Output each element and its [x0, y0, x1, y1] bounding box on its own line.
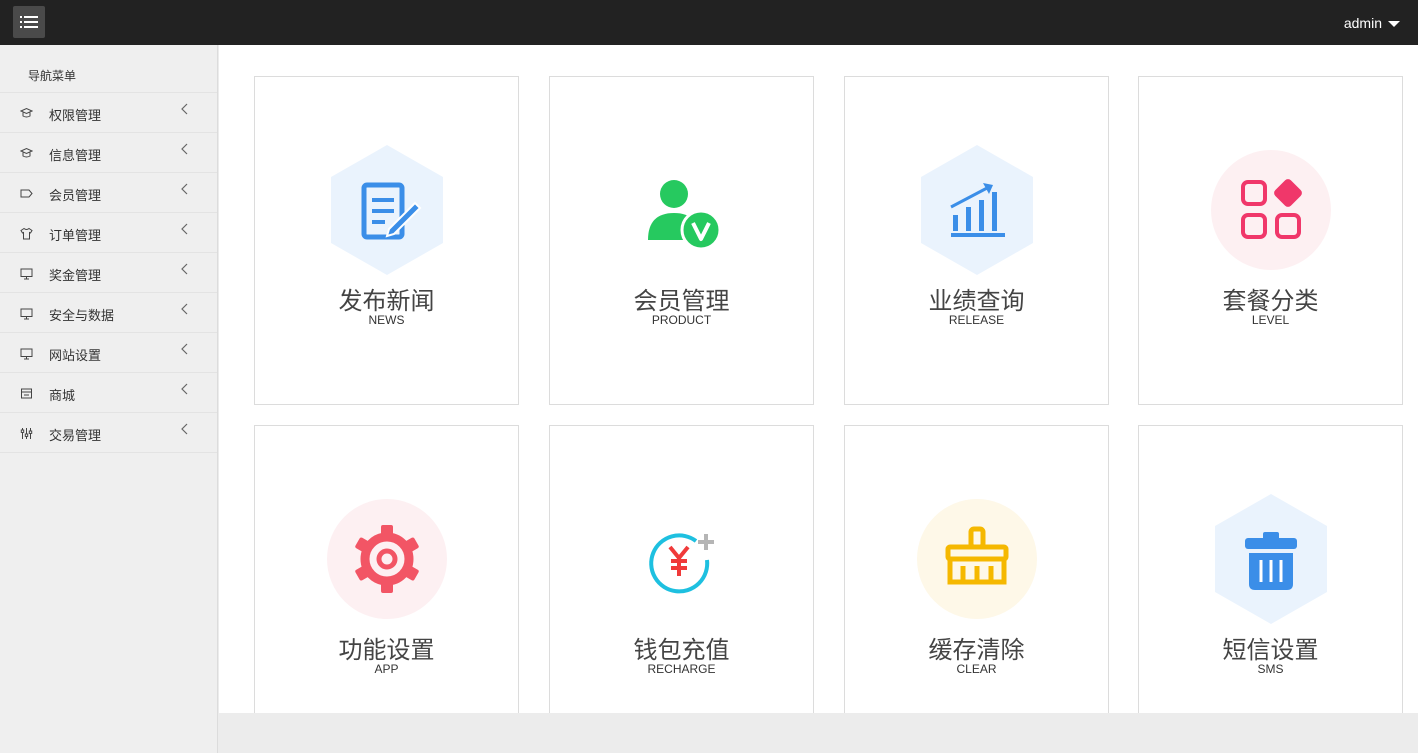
main-content: 发布新闻 NEWS 会员管理 PRODUCT 业绩查询 RELEASE 套餐分类… [219, 45, 1418, 713]
broom-icon [917, 499, 1037, 619]
chevron-left-icon [181, 103, 188, 115]
chevron-left-icon [181, 423, 188, 435]
sidebar-item-label: 信息管理 [49, 148, 102, 163]
tag-icon [20, 189, 33, 198]
user-verified-icon [648, 180, 722, 251]
edit-document-icon [331, 145, 443, 275]
chevron-left-icon [181, 383, 188, 395]
card-subtitle: RECHARGE [647, 662, 716, 676]
card-performance[interactable]: 业绩查询 RELEASE [844, 76, 1109, 405]
sidebar-item-label: 订单管理 [49, 228, 102, 243]
card-members[interactable]: 会员管理 PRODUCT [549, 76, 814, 405]
graduation-cap-icon [20, 107, 33, 118]
chevron-left-icon [181, 263, 188, 275]
sidebar-item-site-settings[interactable]: 网站设置 [0, 333, 217, 373]
graduation-cap-icon [20, 147, 33, 158]
caret-down-icon [1388, 20, 1400, 27]
sidebar-item-label: 权限管理 [49, 108, 102, 123]
card-cache-clear[interactable]: 缓存清除 CLEAR [844, 425, 1109, 713]
gear-icon [327, 499, 447, 619]
sidebar-title: 导航菜单 [0, 45, 217, 93]
card-subtitle: PRODUCT [651, 313, 712, 327]
top-bar: admin [0, 0, 1418, 45]
chevron-left-icon [181, 143, 188, 155]
menu-toggle-button[interactable] [13, 6, 45, 38]
user-menu[interactable]: admin [1344, 0, 1400, 45]
card-title: 业绩查询 [928, 288, 1025, 315]
sidebar-item-label: 会员管理 [49, 188, 102, 203]
sidebar-item-label: 奖金管理 [49, 268, 102, 283]
card-subtitle: RELEASE [948, 313, 1005, 327]
chevron-left-icon [181, 343, 188, 355]
card-subtitle: LEVEL [1251, 313, 1290, 327]
shirt-icon [20, 227, 33, 240]
sidebar-item-label: 网站设置 [49, 348, 102, 363]
monitor-icon [20, 348, 33, 360]
card-subtitle: NEWS [368, 313, 405, 327]
sidebar-item-trading[interactable]: 交易管理 [0, 413, 217, 453]
card-subtitle: APP [374, 662, 399, 676]
card-title: 钱包充值 [633, 637, 730, 664]
card-title: 会员管理 [633, 288, 730, 315]
sidebar: 导航菜单 权限管理 信息管理 会员管理 订单管理 奖金管理 安全与数据 网站设置… [0, 45, 218, 753]
category-icon [1211, 150, 1331, 270]
sidebar-item-label: 交易管理 [49, 428, 102, 443]
card-package-category[interactable]: 套餐分类 LEVEL [1138, 76, 1403, 405]
sidebar-item-permissions[interactable]: 权限管理 [0, 93, 217, 133]
card-subtitle: CLEAR [956, 662, 997, 676]
card-feature-settings[interactable]: 功能设置 APP [254, 425, 519, 713]
chevron-left-icon [181, 223, 188, 235]
bar-chart-icon [921, 145, 1033, 275]
card-wallet-recharge[interactable]: 钱包充值 RECHARGE [549, 425, 814, 713]
sidebar-item-orders[interactable]: 订单管理 [0, 213, 217, 253]
card-title: 缓存清除 [928, 637, 1025, 664]
wallet-icon [21, 388, 32, 399]
chevron-left-icon [181, 303, 188, 315]
monitor-icon [20, 268, 33, 280]
sidebar-item-security[interactable]: 安全与数据 [0, 293, 217, 333]
sidebar-item-members[interactable]: 会员管理 [0, 173, 217, 213]
username: admin [1343, 14, 1382, 31]
card-title: 套餐分类 [1222, 288, 1319, 315]
card-title: 功能设置 [338, 637, 435, 664]
sidebar-item-info[interactable]: 信息管理 [0, 133, 217, 173]
list-icon [20, 16, 38, 28]
chevron-left-icon [181, 183, 188, 195]
sliders-icon [20, 428, 33, 439]
card-sms-settings[interactable]: 短信设置 SMS [1138, 425, 1403, 713]
card-subtitle: SMS [1257, 662, 1284, 676]
sidebar-item-label: 安全与数据 [49, 308, 115, 323]
trash-icon [1215, 494, 1327, 624]
card-title: 发布新闻 [338, 288, 435, 315]
monitor-icon [20, 308, 33, 320]
sidebar-item-label: 商城 [49, 388, 76, 403]
sidebar-item-bonus[interactable]: 奖金管理 [0, 253, 217, 293]
sidebar-item-mall[interactable]: 商城 [0, 373, 217, 413]
card-title: 短信设置 [1222, 637, 1319, 664]
card-news[interactable]: 发布新闻 NEWS [254, 76, 519, 405]
recharge-icon [649, 533, 714, 594]
